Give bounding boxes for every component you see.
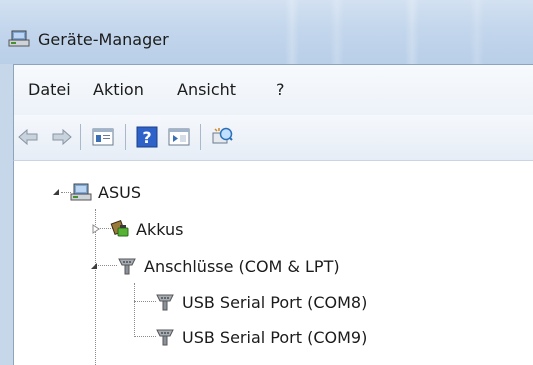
svg-text:?: ? — [142, 128, 151, 147]
collapse-expander-icon[interactable] — [89, 261, 99, 271]
collapse-expander-icon[interactable] — [51, 187, 61, 197]
tree-node-com9[interactable]: USB Serial Port (COM9) — [154, 326, 367, 348]
device-tree: ASUS Akkus Anschlüsse (COM & LPT) USB Se… — [13, 161, 533, 365]
port-icon — [156, 329, 174, 346]
tree-label: USB Serial Port (COM8) — [182, 292, 368, 312]
expand-expander-icon[interactable] — [91, 224, 101, 234]
battery-icon — [110, 220, 129, 237]
device-manager-window: Geräte-Manager Datei Aktion Ansicht ? ? — [0, 0, 533, 365]
view-pane-icon[interactable] — [167, 125, 191, 149]
tree-node-asus[interactable]: ASUS — [70, 181, 141, 203]
port-icon — [156, 294, 174, 311]
computer-icon — [70, 183, 92, 201]
tree-node-akkus[interactable]: Akkus — [108, 218, 183, 240]
window-title: Geräte-Manager — [38, 30, 169, 49]
menu-help[interactable]: ? — [276, 80, 285, 99]
tree-label: ASUS — [98, 182, 141, 202]
menu-bar: Datei Aktion Ansicht ? — [13, 64, 533, 115]
scan-hardware-icon[interactable] — [210, 125, 234, 149]
menu-ansicht[interactable]: Ansicht — [177, 80, 236, 99]
menu-aktion[interactable]: Aktion — [93, 80, 144, 99]
back-arrow-icon[interactable] — [16, 125, 40, 149]
tree-label: USB Serial Port (COM9) — [182, 327, 368, 347]
tree-label: Akkus — [136, 219, 184, 239]
properties-pane-icon[interactable] — [91, 125, 115, 149]
device-manager-icon — [8, 30, 30, 47]
title-bar[interactable]: Geräte-Manager — [0, 0, 533, 64]
toolbar: ? — [13, 115, 533, 161]
tree-label: Anschlüsse (COM & LPT) — [144, 256, 340, 276]
menu-datei[interactable]: Datei — [28, 80, 71, 99]
help-icon[interactable]: ? — [135, 125, 159, 149]
tree-node-com8[interactable]: USB Serial Port (COM8) — [154, 291, 367, 313]
tree-node-anschluesse[interactable]: Anschlüsse (COM & LPT) — [116, 255, 340, 277]
forward-arrow-icon[interactable] — [50, 125, 74, 149]
port-icon — [118, 258, 136, 275]
